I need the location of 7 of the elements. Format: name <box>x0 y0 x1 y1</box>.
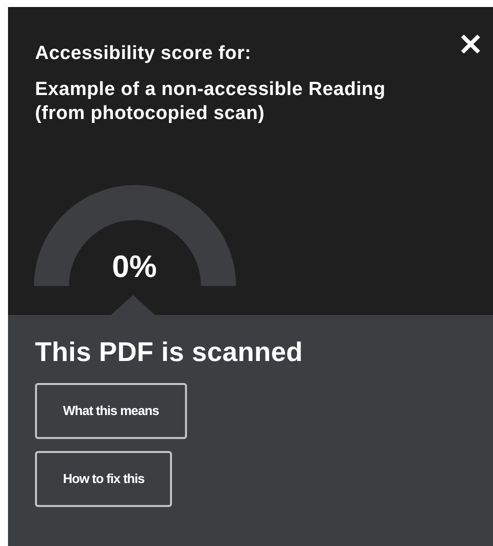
outline-button[interactable]: What this means <box>35 383 187 439</box>
outline-button[interactable]: How to fix this <box>35 451 172 507</box>
document-title: Example of a non-accessible Reading (from photocopied scan) <box>35 78 386 126</box>
score-label: Accessibility score for: <box>35 42 252 66</box>
close-button[interactable]: ✕ <box>454 31 487 61</box>
status-heading: This PDF is scanned <box>35 337 304 367</box>
score-percentage: 0% <box>112 250 157 284</box>
